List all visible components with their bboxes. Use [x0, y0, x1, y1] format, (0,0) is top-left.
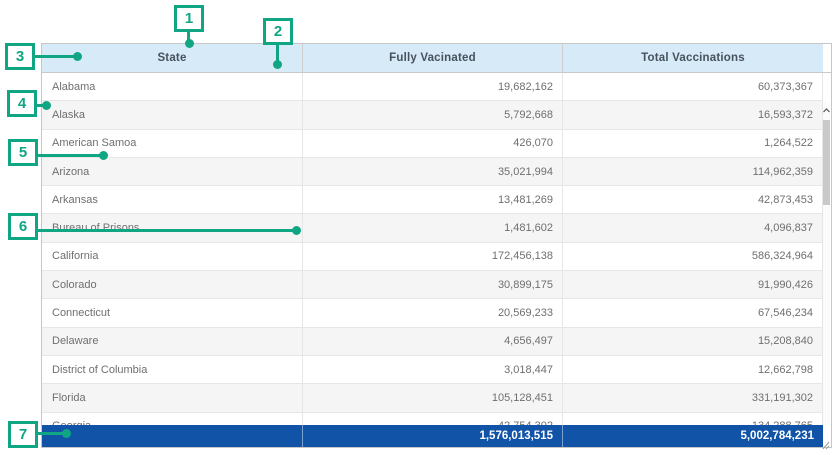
fully-vacinated-cell: 5,792,668 [303, 101, 563, 128]
table-header-row: State Fully Vacinated Total Vaccinations [42, 44, 831, 73]
total-vaccinations-cell: 114,962,359 [563, 158, 823, 185]
callout-1: 1 [174, 5, 204, 32]
total-vaccinations-cell: 42,873,453 [563, 186, 823, 213]
state-cell: Florida [42, 384, 303, 411]
fully-vacinated-cell: 426,070 [303, 130, 563, 157]
state-cell: American Samoa [42, 130, 303, 157]
total-vaccinations-cell: 134,288,765 [563, 413, 823, 425]
fully-vacinated-cell: 35,021,994 [303, 158, 563, 185]
fully-vacinated-cell: 4,656,497 [303, 328, 563, 355]
state-cell: California [42, 243, 303, 270]
total-vaccinations-cell: 67,546,234 [563, 299, 823, 326]
state-cell: Alaska [42, 101, 303, 128]
callout-7: 7 [8, 421, 38, 448]
state-cell: Colorado [42, 271, 303, 298]
fully-vacinated-cell: 19,682,162 [303, 73, 563, 100]
total-vaccinations-cell: 15,208,840 [563, 328, 823, 355]
callout-number: 7 [19, 426, 27, 443]
total-vaccinations-cell: 16,593,372 [563, 101, 823, 128]
fully-vacinated-cell: 13,481,269 [303, 186, 563, 213]
vaccinations-table: State Fully Vacinated Total Vaccinations… [41, 43, 832, 448]
callout-6: 6 [8, 213, 38, 240]
state-cell: Connecticut [42, 299, 303, 326]
totals-fully-vacinated: 1,576,013,515 [303, 425, 563, 447]
table-row[interactable]: Connecticut 20,569,233 67,546,234 [42, 299, 823, 327]
totals-state-cell [42, 425, 303, 447]
column-header-state[interactable]: State [42, 44, 303, 72]
fully-vacinated-cell: 42,754,302 [303, 413, 563, 425]
callout-number: 5 [19, 144, 27, 161]
resize-grip-icon[interactable] [822, 437, 830, 446]
callout-1-line [187, 31, 190, 41]
state-cell: Alabama [42, 73, 303, 100]
table-row[interactable]: Georgia 42,754,302 134,288,765 [42, 413, 823, 425]
table-row[interactable]: Arkansas 13,481,269 42,873,453 [42, 186, 823, 214]
fully-vacinated-cell: 1,481,602 [303, 214, 563, 241]
table-row[interactable]: California 172,456,138 586,324,964 [42, 243, 823, 271]
table-row[interactable]: Colorado 30,899,175 91,990,426 [42, 271, 823, 299]
table-row[interactable]: Bureau of Prisons 1,481,602 4,096,837 [42, 214, 823, 242]
table-row[interactable]: Arizona 35,021,994 114,962,359 [42, 158, 823, 186]
callout-3: 3 [5, 43, 35, 70]
total-vaccinations-cell: 331,191,302 [563, 384, 823, 411]
table-row[interactable]: Florida 105,128,451 331,191,302 [42, 384, 823, 412]
callout-number: 3 [16, 48, 24, 65]
table-row[interactable]: Alabama 19,682,162 60,373,367 [42, 73, 823, 101]
state-cell: Bureau of Prisons [42, 214, 303, 241]
callout-number: 6 [19, 218, 27, 235]
callout-4: 4 [7, 90, 37, 117]
state-cell: Arizona [42, 158, 303, 185]
table-row[interactable]: District of Columbia 3,018,447 12,662,79… [42, 356, 823, 384]
callout-5: 5 [8, 139, 38, 166]
fully-vacinated-cell: 30,899,175 [303, 271, 563, 298]
totals-row: 1,576,013,515 5,002,784,231 [42, 425, 823, 447]
state-cell: Georgia [42, 413, 303, 425]
fully-vacinated-cell: 105,128,451 [303, 384, 563, 411]
total-vaccinations-cell: 1,264,522 [563, 130, 823, 157]
scrollbar-thumb[interactable] [823, 120, 830, 205]
column-header-fully-vacinated[interactable]: Fully Vacinated [303, 44, 563, 72]
state-cell: Arkansas [42, 186, 303, 213]
callout-number: 1 [185, 10, 193, 27]
column-header-total-vaccinations[interactable]: Total Vaccinations [563, 44, 823, 72]
callout-number: 4 [18, 95, 26, 112]
totals-total-vaccinations: 5,002,784,231 [563, 425, 823, 447]
table-row[interactable]: Alaska 5,792,668 16,593,372 [42, 101, 823, 129]
table-row[interactable]: Delaware 4,656,497 15,208,840 [42, 328, 823, 356]
fully-vacinated-cell: 20,569,233 [303, 299, 563, 326]
total-vaccinations-cell: 4,096,837 [563, 214, 823, 241]
total-vaccinations-cell: 12,662,798 [563, 356, 823, 383]
fully-vacinated-cell: 172,456,138 [303, 243, 563, 270]
table-body: Alabama 19,682,162 60,373,367 Alaska 5,7… [42, 73, 831, 425]
callout-2: 2 [263, 18, 293, 45]
callout-number: 2 [274, 23, 282, 40]
state-cell: Delaware [42, 328, 303, 355]
fully-vacinated-cell: 3,018,447 [303, 356, 563, 383]
total-vaccinations-cell: 60,373,367 [563, 73, 823, 100]
vertical-scrollbar[interactable] [822, 102, 830, 425]
total-vaccinations-cell: 586,324,964 [563, 243, 823, 270]
total-vaccinations-cell: 91,990,426 [563, 271, 823, 298]
state-cell: District of Columbia [42, 356, 303, 383]
chevron-up-icon[interactable] [823, 104, 830, 116]
header-scrollbar-spacer [823, 44, 831, 72]
table-row[interactable]: American Samoa 426,070 1,264,522 [42, 130, 823, 158]
